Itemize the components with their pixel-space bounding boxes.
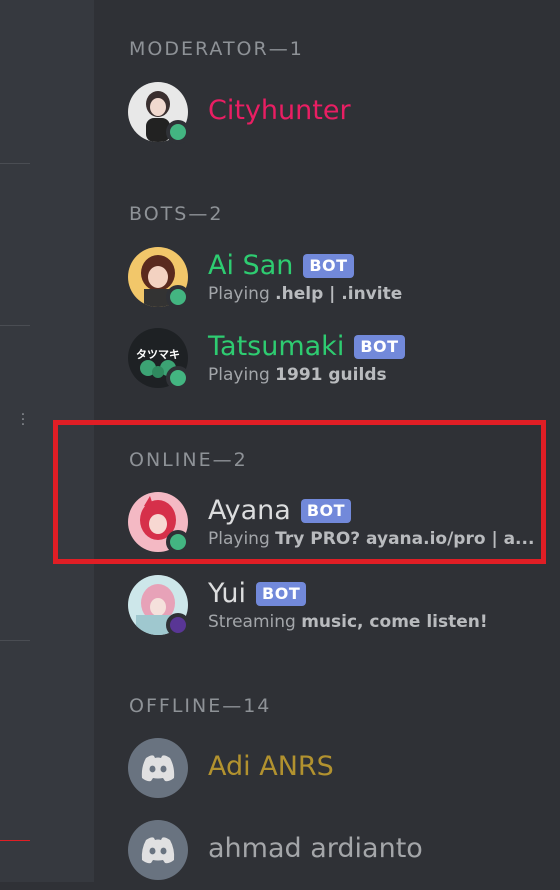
- avatar: タツマキ: [128, 328, 190, 390]
- member-activity: Playing 1991 guilds: [208, 365, 387, 385]
- more-options-icon[interactable]: · · ·: [18, 408, 28, 432]
- member-aisan[interactable]: Ai San BOT Playing .help | .invite: [128, 247, 558, 317]
- divider: [0, 325, 30, 326]
- bot-tag: BOT: [303, 254, 354, 278]
- member-activity: Playing .help | .invite: [208, 284, 403, 304]
- status-streaming-icon: [166, 613, 190, 637]
- divider: [0, 640, 30, 641]
- status-online-icon: [166, 366, 190, 390]
- discord-logo-icon: [128, 820, 188, 880]
- avatar-text: タツマキ: [136, 348, 180, 361]
- status-online-icon: [166, 285, 190, 309]
- member-name: Ai San: [208, 250, 294, 281]
- bot-tag: BOT: [354, 335, 405, 359]
- discord-logo-icon: [128, 738, 188, 798]
- section-header-moderator: MODERATOR—1: [129, 38, 304, 60]
- member-tatsumaki[interactable]: タツマキ Tatsumaki BOT Playing 1991 guilds: [128, 328, 558, 398]
- member-name: ahmad ardianto: [208, 833, 423, 864]
- avatar: [128, 575, 190, 637]
- member-ahmad[interactable]: ahmad ardianto: [128, 820, 558, 890]
- status-online-icon: [166, 120, 190, 144]
- section-header-offline: OFFLINE—14: [129, 695, 272, 717]
- member-activity: Streaming music, come listen!: [208, 612, 488, 632]
- member-adi[interactable]: Adi ANRS: [128, 738, 558, 808]
- highlight-box: [53, 420, 546, 564]
- avatar: [128, 247, 190, 309]
- member-yui[interactable]: Yui BOT Streaming music, come listen!: [128, 575, 558, 645]
- avatar: [128, 82, 190, 144]
- member-name: Yui: [208, 578, 247, 609]
- member-name: Cityhunter: [208, 95, 351, 126]
- section-header-bots: BOTS—2: [129, 203, 224, 225]
- divider: [0, 163, 30, 164]
- divider: [0, 840, 30, 841]
- member-cityhunter[interactable]: Cityhunter: [128, 82, 558, 152]
- member-name: Tatsumaki: [208, 331, 345, 362]
- member-name: Adi ANRS: [208, 751, 334, 782]
- bot-tag: BOT: [256, 582, 307, 606]
